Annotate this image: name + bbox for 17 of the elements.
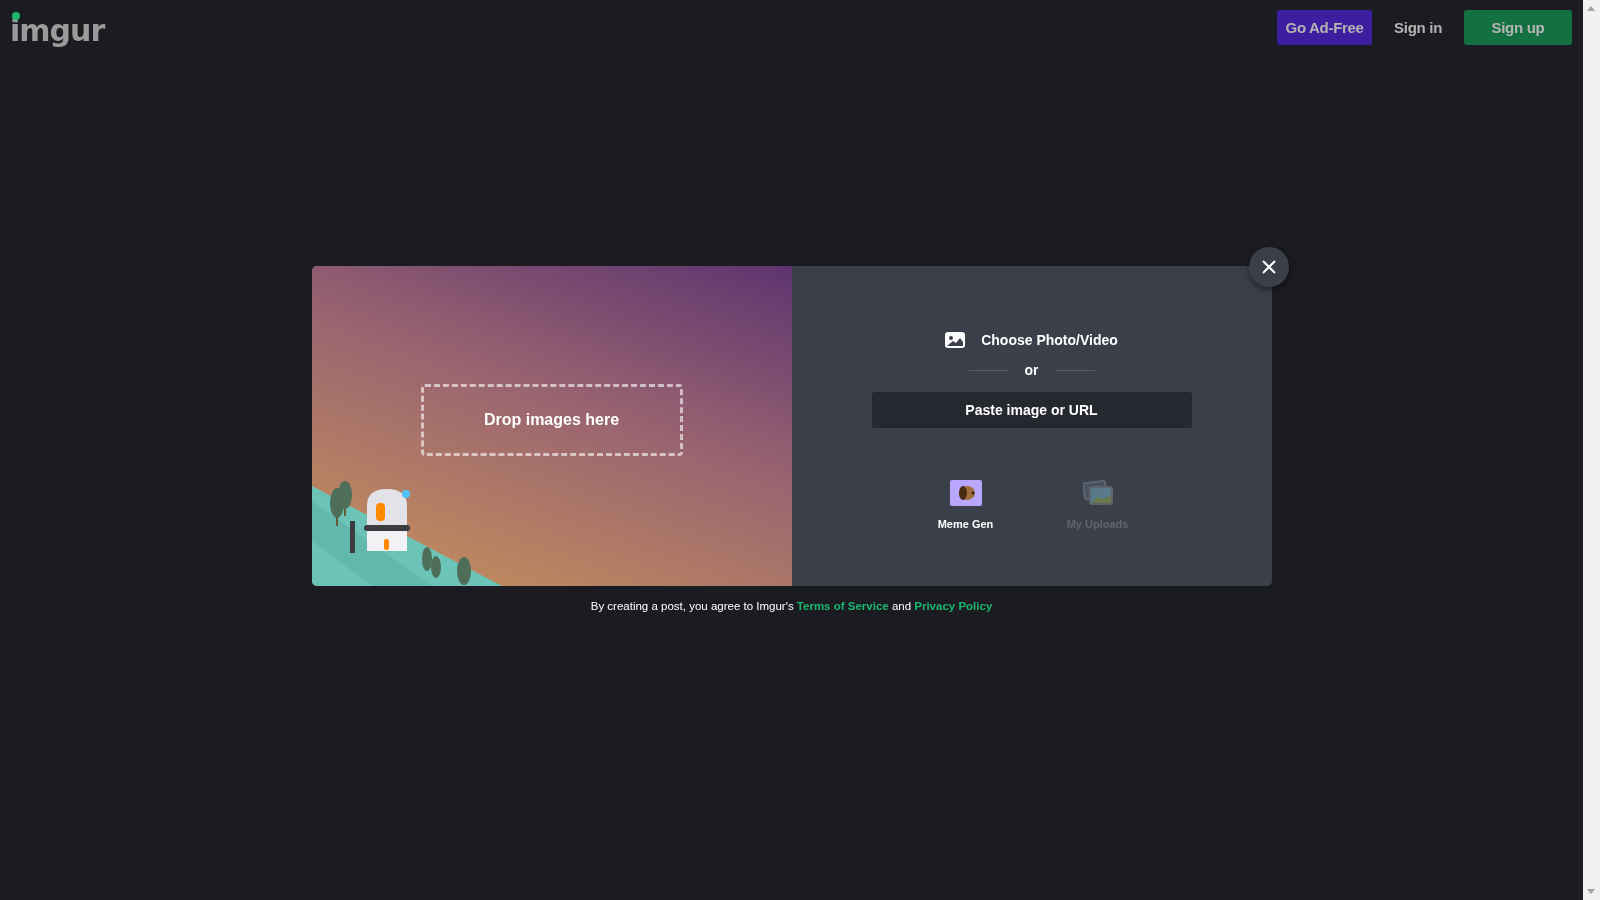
dog-icon <box>949 480 982 506</box>
sign-in-link[interactable]: Sign in <box>1382 10 1454 45</box>
drop-zone[interactable]: Drop images here <box>420 384 683 456</box>
terms-link[interactable]: Privacy Policy <box>914 600 993 612</box>
choose-photo-button[interactable]: Choose Photo/Video <box>941 330 1122 350</box>
go-ad-free-button[interactable]: Go Ad-Free <box>1277 10 1373 45</box>
image-icon <box>945 332 966 348</box>
terms-link[interactable]: Terms of Service <box>796 600 889 612</box>
photos-icon <box>1082 480 1113 506</box>
meme-generator-button[interactable]: Meme Gen <box>924 480 1007 530</box>
close-icon <box>1261 260 1276 274</box>
paste-url-button[interactable]: Paste image or URL <box>871 392 1192 428</box>
imgur-logo[interactable]: imgur <box>10 10 105 48</box>
close-button[interactable] <box>1248 247 1289 287</box>
scrollbar[interactable] <box>1583 0 1600 900</box>
divider-label: or <box>1024 362 1039 378</box>
terms-notice: By creating a post, you agree to Imgur's Terms of Service and Privacy Policy <box>590 600 993 612</box>
